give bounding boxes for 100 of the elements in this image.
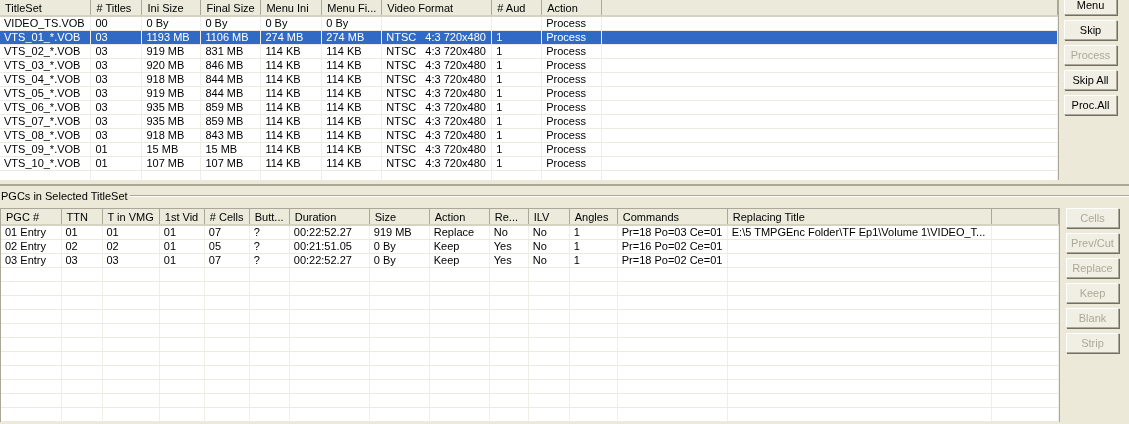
column-header[interactable]: # Titles [91, 0, 142, 16]
column-header[interactable]: Video Format [381, 0, 492, 16]
table-cell: 114 KB [321, 100, 382, 115]
table-cell: ? [249, 239, 290, 254]
table-cell: 114 KB [260, 44, 322, 59]
table-cell: 01 [61, 225, 102, 240]
table-cell: NTSC 4:3 720x480 [381, 114, 492, 129]
table-cell: NTSC 4:3 720x480 [381, 72, 492, 87]
column-header[interactable]: Final Size [200, 0, 261, 16]
column-header[interactable]: Menu Ini [260, 0, 322, 16]
table-row[interactable]: VTS_08_*.VOB 03 918 MB 843 MB 114 KB 114 KB NTSC 4:3 720x480 1 Process [0, 128, 1058, 143]
table-cell: 02 [61, 239, 102, 254]
table-cell: 919 MB [141, 44, 201, 59]
column-header[interactable]: ILV [528, 209, 570, 225]
table-cell: 935 MB [141, 114, 201, 129]
column-header[interactable]: # Cells [204, 209, 250, 225]
table-cell: 935 MB [141, 100, 201, 115]
table-cell: 03 [91, 72, 142, 87]
table-cell: No [528, 253, 570, 268]
action-button[interactable]: Skip All [1064, 70, 1117, 90]
table-cell: 15 MB [141, 142, 201, 157]
column-header[interactable]: Angles [569, 209, 618, 225]
table-cell: VTS_06_*.VOB [0, 100, 91, 115]
table-cell: Process [541, 16, 602, 31]
selected-row[interactable]: VTS_01_*.VOB 03 1193 MB 1106 MB 274 MB 274 MB NTSC 4:3 720x480 1 Process [0, 30, 1058, 45]
action-button[interactable]: Skip [1064, 20, 1117, 40]
table-cell: 03 [91, 114, 142, 129]
group-title: PGCs in Selected TitleSet [1, 190, 128, 202]
table-cell: 918 MB [141, 72, 201, 87]
table-cell: 1 [491, 58, 542, 73]
table-cell: 114 KB [260, 156, 322, 171]
table-cell: 919 MB [369, 225, 430, 240]
table-cell: 859 MB [200, 114, 261, 129]
table-row[interactable]: VTS_06_*.VOB 03 935 MB 859 MB 114 KB 114 KB NTSC 4:3 720x480 1 Process [0, 100, 1058, 115]
column-header[interactable]: 1st Vid [159, 209, 205, 225]
table-cell: 1 [491, 72, 542, 87]
column-header[interactable]: # Aud [491, 0, 542, 16]
table-cell: 07 [204, 225, 250, 240]
table-row[interactable]: VTS_04_*.VOB 03 918 MB 844 MB 114 KB 114 KB NTSC 4:3 720x480 1 Process [0, 72, 1058, 87]
table-cell: Process [541, 72, 602, 87]
table-cell: 114 KB [321, 86, 382, 101]
column-header[interactable]: Action [429, 209, 490, 225]
table-cell: 114 KB [321, 72, 382, 87]
table-cell: 1 [491, 114, 542, 129]
table-cell: No [528, 239, 570, 254]
table-row[interactable]: VTS_09_*.VOB 01 15 MB 15 MB 114 KB 114 KB NTSC 4:3 720x480 1 Process [0, 142, 1058, 157]
table-cell: 1 [491, 156, 542, 171]
table-cell: 00:22:52.27 [289, 253, 370, 268]
table-cell: Keep [429, 239, 490, 254]
column-header[interactable]: Butt... [249, 209, 290, 225]
column-header[interactable]: TitleSet [0, 0, 91, 16]
table-row[interactable]: VTS_10_*.VOB 01 107 MB 107 MB 114 KB 114 KB NTSC 4:3 720x480 1 Process [0, 156, 1058, 171]
table-cell: 03 [61, 253, 102, 268]
table-cell: 844 MB [200, 86, 261, 101]
table-row[interactable]: VIDEO_TS.VOB 00 0 By 0 By 0 By 0 By Process [0, 16, 1058, 31]
table-cell: 05 [204, 239, 250, 254]
table-cell: 114 KB [260, 114, 322, 129]
table-cell: 01 [91, 156, 142, 171]
column-header[interactable]: T in VMG [102, 209, 160, 225]
table-row[interactable]: VTS_05_*.VOB 03 919 MB 844 MB 114 KB 114 KB NTSC 4:3 720x480 1 Process [0, 86, 1058, 101]
column-header[interactable]: Re... [489, 209, 529, 225]
table-cell: NTSC 4:3 720x480 [381, 100, 492, 115]
table-cell: NTSC 4:3 720x480 [381, 142, 492, 157]
table-row[interactable]: VTS_07_*.VOB 03 935 MB 859 MB 114 KB 114 KB NTSC 4:3 720x480 1 Process [0, 114, 1058, 129]
table-cell: 846 MB [200, 58, 261, 73]
table-cell: 114 KB [321, 114, 382, 129]
column-header[interactable]: Action [541, 0, 602, 16]
table-cell: ? [249, 253, 290, 268]
table-row[interactable]: 02 Entry 02 02 01 05 ? 00:21:51.05 0 By Keep Yes No 1 Pr=16 Po=02 Ce=01 [1, 239, 1059, 254]
table-row[interactable]: 01 Entry 01 01 01 07 ? 00:22:52.27 919 MB Replace No No 1 Pr=18 Po=03 Ce=01 E:\5 TMPGEnc Folder\TF Ep1\Volume 1\VIDEO_T... [1, 225, 1059, 240]
column-header[interactable]: TTN [61, 209, 102, 225]
table-cell: 15 MB [200, 142, 261, 157]
column-header[interactable]: Commands [617, 209, 728, 225]
column-header[interactable]: Size [369, 209, 430, 225]
table-cell: No [489, 225, 529, 240]
table-cell: 02 [102, 239, 160, 254]
table-cell: E:\5 TMPGEnc Folder\TF Ep1\Volume 1\VIDEO_T... [727, 225, 992, 240]
table-row[interactable]: VTS_02_*.VOB 03 919 MB 831 MB 114 KB 114 KB NTSC 4:3 720x480 1 Process [0, 44, 1058, 59]
table-cell: 0 By [141, 16, 201, 31]
table-cell: VTS_04_*.VOB [0, 72, 91, 87]
table-cell: 1 [569, 239, 618, 254]
action-button[interactable]: Proc.All [1064, 95, 1117, 115]
table-cell: VIDEO_TS.VOB [0, 16, 91, 31]
table-cell: Process [541, 128, 602, 143]
table-row[interactable]: VTS_03_*.VOB 03 920 MB 846 MB 114 KB 114 KB NTSC 4:3 720x480 1 Process [0, 58, 1058, 73]
table-cell: 859 MB [200, 100, 261, 115]
column-header[interactable]: Ini Size [141, 0, 201, 16]
table-cell: 00 [91, 16, 142, 31]
column-header[interactable]: Duration [289, 209, 370, 225]
column-header[interactable]: Menu Fi... [321, 0, 382, 16]
action-button[interactable]: Menu [1064, 0, 1117, 15]
table-cell: Pr=18 Po=02 Ce=01 [617, 253, 728, 268]
table-cell: Replace [429, 225, 490, 240]
column-header[interactable]: PGC # [1, 209, 61, 225]
table-cell: Process [541, 114, 602, 129]
column-header[interactable]: Replacing Title [727, 209, 992, 225]
table-row[interactable]: 03 Entry 03 03 01 07 ? 00:22:52.27 0 By Keep Yes No 1 Pr=18 Po=02 Ce=01 [1, 253, 1059, 268]
table-cell: 114 KB [260, 142, 322, 157]
table-cell: ? [249, 225, 290, 240]
table-cell: NTSC 4:3 720x480 [381, 86, 492, 101]
